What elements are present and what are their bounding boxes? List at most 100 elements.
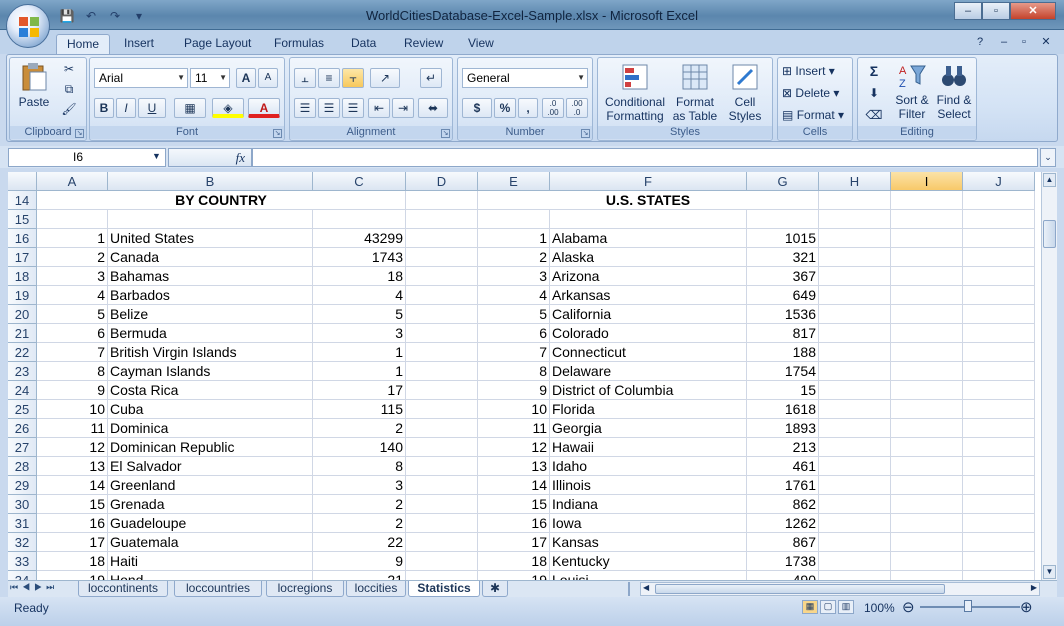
country-rank[interactable]: 4 xyxy=(37,286,108,305)
grid-cell[interactable] xyxy=(891,305,963,324)
country-rank[interactable]: 2 xyxy=(37,248,108,267)
row-header[interactable]: 14 xyxy=(8,191,37,210)
grid-cell[interactable] xyxy=(406,495,478,514)
expand-formula-bar-icon[interactable]: ⌄ xyxy=(1040,148,1056,167)
country-rank[interactable]: 6 xyxy=(37,324,108,343)
row-header[interactable]: 28 xyxy=(8,457,37,476)
country-rank[interactable]: 12 xyxy=(37,438,108,457)
grid-cell[interactable] xyxy=(891,514,963,533)
state-rank[interactable]: 2 xyxy=(478,248,550,267)
grid-cell[interactable] xyxy=(963,267,1035,286)
grid-cell[interactable] xyxy=(891,495,963,514)
row-header[interactable]: 30 xyxy=(8,495,37,514)
zoom-level[interactable]: 100% xyxy=(864,601,895,615)
state-name[interactable]: Georgia xyxy=(550,419,747,438)
formula-input[interactable] xyxy=(252,148,1038,167)
state-name[interactable]: Florida xyxy=(550,400,747,419)
country-rank[interactable]: 14 xyxy=(37,476,108,495)
country-rank[interactable]: 5 xyxy=(37,305,108,324)
grid-cell[interactable] xyxy=(406,362,478,381)
currency-button[interactable]: $ xyxy=(462,98,492,118)
country-name[interactable]: Dominican Republic xyxy=(108,438,313,457)
state-name[interactable]: Alaska xyxy=(550,248,747,267)
number-launcher-icon[interactable]: ↘ xyxy=(581,129,590,138)
row-header[interactable]: 19 xyxy=(8,286,37,305)
font-size-select[interactable]: 11 ▼ xyxy=(190,68,230,88)
country-rank[interactable]: 18 xyxy=(37,552,108,571)
state-city-count[interactable]: 1618 xyxy=(747,400,819,419)
format-cells-button[interactable]: ▤ Format ▾ xyxy=(782,108,850,122)
insert-cells-button[interactable]: ⊞ Insert ▾ xyxy=(782,64,850,78)
state-city-count[interactable]: 867 xyxy=(747,533,819,552)
country-city-count[interactable]: 2 xyxy=(313,514,406,533)
grid-cell[interactable] xyxy=(406,267,478,286)
grid-cell[interactable] xyxy=(406,248,478,267)
country-city-count[interactable]: 1743 xyxy=(313,248,406,267)
row-header[interactable]: 22 xyxy=(8,343,37,362)
office-button[interactable] xyxy=(6,4,50,48)
state-city-count[interactable]: 15 xyxy=(747,381,819,400)
state-name[interactable]: Hawaii xyxy=(550,438,747,457)
row-header[interactable]: 26 xyxy=(8,419,37,438)
grid-cell[interactable] xyxy=(963,495,1035,514)
row-header[interactable]: 32 xyxy=(8,533,37,552)
country-rank[interactable]: 8 xyxy=(37,362,108,381)
italic-button[interactable]: I xyxy=(116,98,136,118)
country-city-count[interactable]: 3 xyxy=(313,476,406,495)
row-header[interactable]: 34 xyxy=(8,571,37,580)
grid-cell[interactable] xyxy=(313,210,406,229)
grid-cell[interactable] xyxy=(963,305,1035,324)
restore-button[interactable]: ▫ xyxy=(982,2,1010,20)
country-city-count[interactable]: 17 xyxy=(313,381,406,400)
ribbon-restore-icon[interactable]: ▫ xyxy=(1016,35,1032,51)
grid-cell[interactable] xyxy=(406,343,478,362)
autosum-button[interactable]: Σ xyxy=(862,64,886,78)
state-rank[interactable]: 7 xyxy=(478,343,550,362)
column-header-g[interactable]: G xyxy=(747,172,819,191)
grid-cell[interactable] xyxy=(550,210,747,229)
state-city-count[interactable]: 862 xyxy=(747,495,819,514)
state-rank[interactable]: 17 xyxy=(478,533,550,552)
row-header[interactable]: 21 xyxy=(8,324,37,343)
state-city-count[interactable]: 213 xyxy=(747,438,819,457)
grid-cell[interactable] xyxy=(819,305,891,324)
state-rank[interactable]: 13 xyxy=(478,457,550,476)
grid-cell[interactable] xyxy=(963,343,1035,362)
grid-cell[interactable] xyxy=(819,210,891,229)
state-rank[interactable]: 5 xyxy=(478,305,550,324)
grid-cell[interactable] xyxy=(406,191,478,210)
state-name[interactable]: Illinois xyxy=(550,476,747,495)
format-painter-icon[interactable]: 🖌 xyxy=(60,102,78,116)
grid-cell[interactable] xyxy=(819,571,891,580)
column-header-h[interactable]: H xyxy=(819,172,891,191)
copy-icon[interactable]: ⧉ xyxy=(60,82,78,96)
bold-button[interactable]: B xyxy=(94,98,114,118)
sheet-tab-loccountries[interactable]: loccountries xyxy=(174,581,262,597)
align-center-button[interactable]: ☰ xyxy=(318,98,340,118)
row-header[interactable]: 31 xyxy=(8,514,37,533)
redo-icon[interactable]: ↷ xyxy=(104,7,126,25)
clipboard-launcher-icon[interactable]: ↘ xyxy=(75,129,84,138)
state-rank[interactable]: 15 xyxy=(478,495,550,514)
tab-formulas[interactable]: Formulas xyxy=(270,34,328,54)
grid-cell[interactable] xyxy=(963,229,1035,248)
country-rank[interactable]: 13 xyxy=(37,457,108,476)
grid-cell[interactable] xyxy=(963,191,1035,210)
grid-cell[interactable] xyxy=(891,438,963,457)
state-city-count[interactable]: 1893 xyxy=(747,419,819,438)
name-box-dropdown-icon[interactable]: ▼ xyxy=(152,151,161,161)
country-name[interactable]: Guatemala xyxy=(108,533,313,552)
row-header[interactable]: 33 xyxy=(8,552,37,571)
grid-cell[interactable] xyxy=(891,476,963,495)
country-name[interactable]: Barbados xyxy=(108,286,313,305)
undo-icon[interactable]: ↶ xyxy=(80,7,102,25)
country-name[interactable]: Guadeloupe xyxy=(108,514,313,533)
scroll-up-icon[interactable]: ▲ xyxy=(1043,173,1056,187)
grid-cell[interactable] xyxy=(406,533,478,552)
number-format-select[interactable]: General ▼ xyxy=(462,68,588,88)
grid-cell[interactable] xyxy=(891,191,963,210)
column-header-d[interactable]: D xyxy=(406,172,478,191)
country-city-count[interactable]: 140 xyxy=(313,438,406,457)
grid-cell[interactable] xyxy=(108,210,313,229)
fill-color-button[interactable]: ◈ xyxy=(212,98,244,118)
